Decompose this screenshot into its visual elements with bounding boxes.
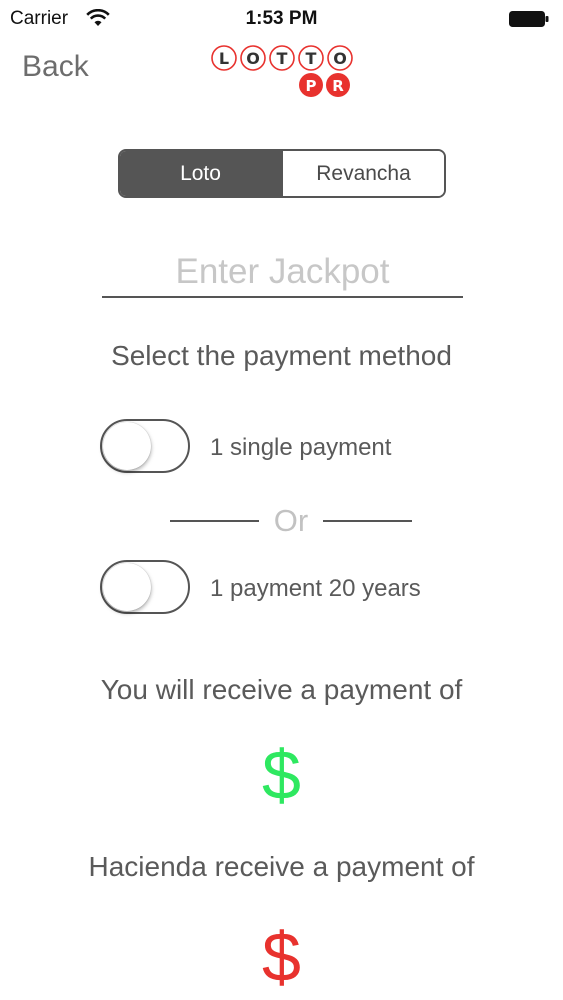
battery-icon <box>509 11 549 27</box>
status-bar: Carrier 1:53 PM <box>0 0 563 38</box>
twenty-year-payment-label: 1 payment 20 years <box>210 575 421 602</box>
logo-badge-letter: P <box>306 77 317 95</box>
or-divider: Or <box>170 503 412 539</box>
receive-amount: $ <box>262 736 301 814</box>
toggle-knob <box>103 422 151 470</box>
logo-letter: O <box>246 49 260 68</box>
game-segmented-control: Loto Revancha <box>118 149 446 198</box>
twenty-year-payment-toggle[interactable] <box>100 560 190 614</box>
receive-payment-label: You will receive a payment of <box>100 674 463 705</box>
single-payment-toggle[interactable] <box>100 419 190 473</box>
back-button[interactable]: Back <box>22 50 89 84</box>
tab-revancha[interactable]: Revancha <box>281 151 444 196</box>
logo-letter: O <box>333 49 347 68</box>
payment-method-title: Select the payment method <box>111 340 452 371</box>
toggle-knob <box>103 563 151 611</box>
tab-loto[interactable]: Loto <box>120 151 281 196</box>
divider-line-right <box>323 520 412 522</box>
single-payment-label: 1 single payment <box>210 434 392 461</box>
logo-badge-letter: R <box>332 77 344 95</box>
logo-letter: L <box>219 49 229 68</box>
lotto-pr-logo: LOTTO PR <box>211 45 353 97</box>
hacienda-payment-label: Hacienda receive a payment of <box>88 851 475 882</box>
jackpot-input[interactable] <box>102 248 463 298</box>
hacienda-amount: $ <box>262 918 301 996</box>
status-time: 1:53 PM <box>245 8 318 29</box>
logo-letter: T <box>277 49 288 68</box>
logo-letter: T <box>306 49 317 68</box>
